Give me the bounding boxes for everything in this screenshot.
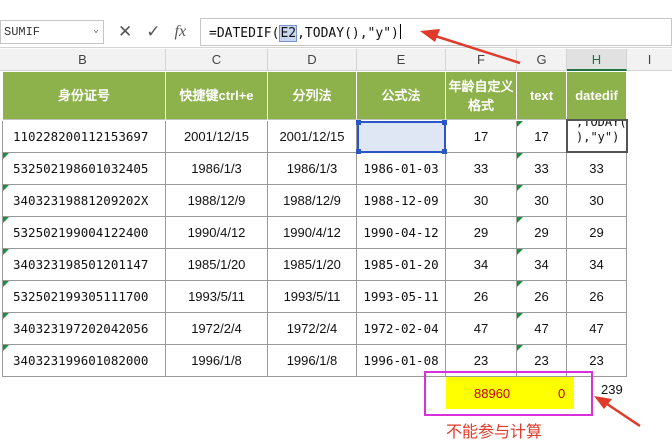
annotation-arrows — [420, 29, 641, 428]
arrow-total — [594, 396, 641, 428]
arrow-formula — [420, 29, 521, 65]
